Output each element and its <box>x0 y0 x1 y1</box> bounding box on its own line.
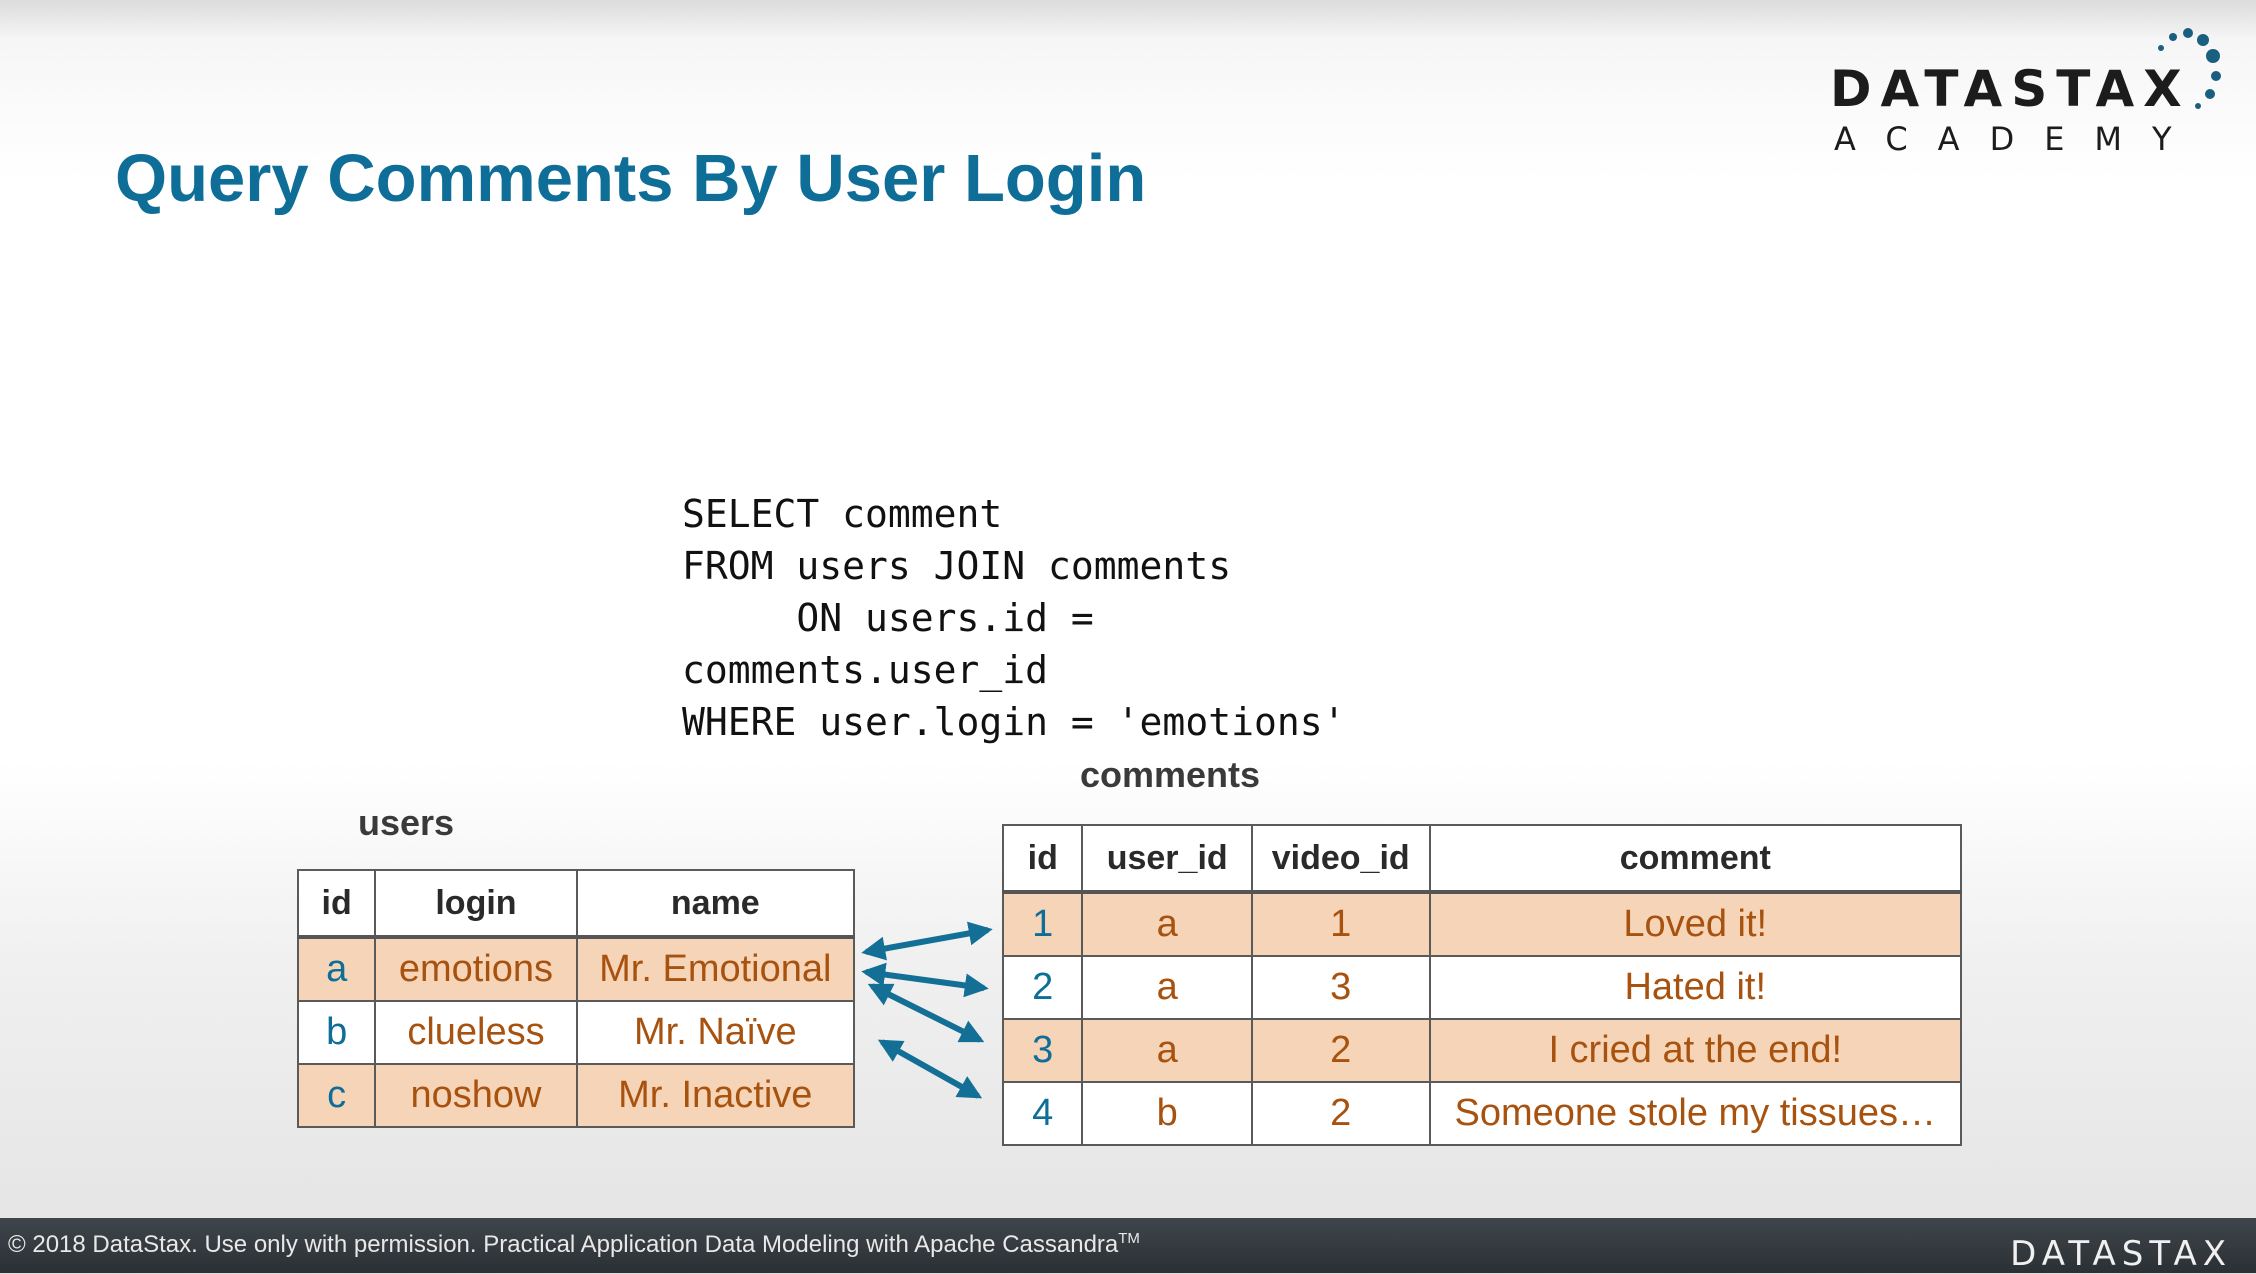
join-arrow <box>867 983 985 1043</box>
join-arrow <box>861 921 993 961</box>
footer-copyright: © 2018 DataStax. Use only with permissio… <box>8 1230 1140 1259</box>
footer-copyright-text: © 2018 DataStax. Use only with permissio… <box>8 1231 1119 1258</box>
footer-logo: DATASTAX <box>2010 1234 2232 1274</box>
join-arrow <box>877 1039 983 1099</box>
trademark-mark: TM <box>1118 1230 1140 1247</box>
join-arrows <box>861 921 993 1099</box>
join-arrow <box>861 962 989 998</box>
footer-bar: © 2018 DataStax. Use only with permissio… <box>0 1218 2256 1274</box>
